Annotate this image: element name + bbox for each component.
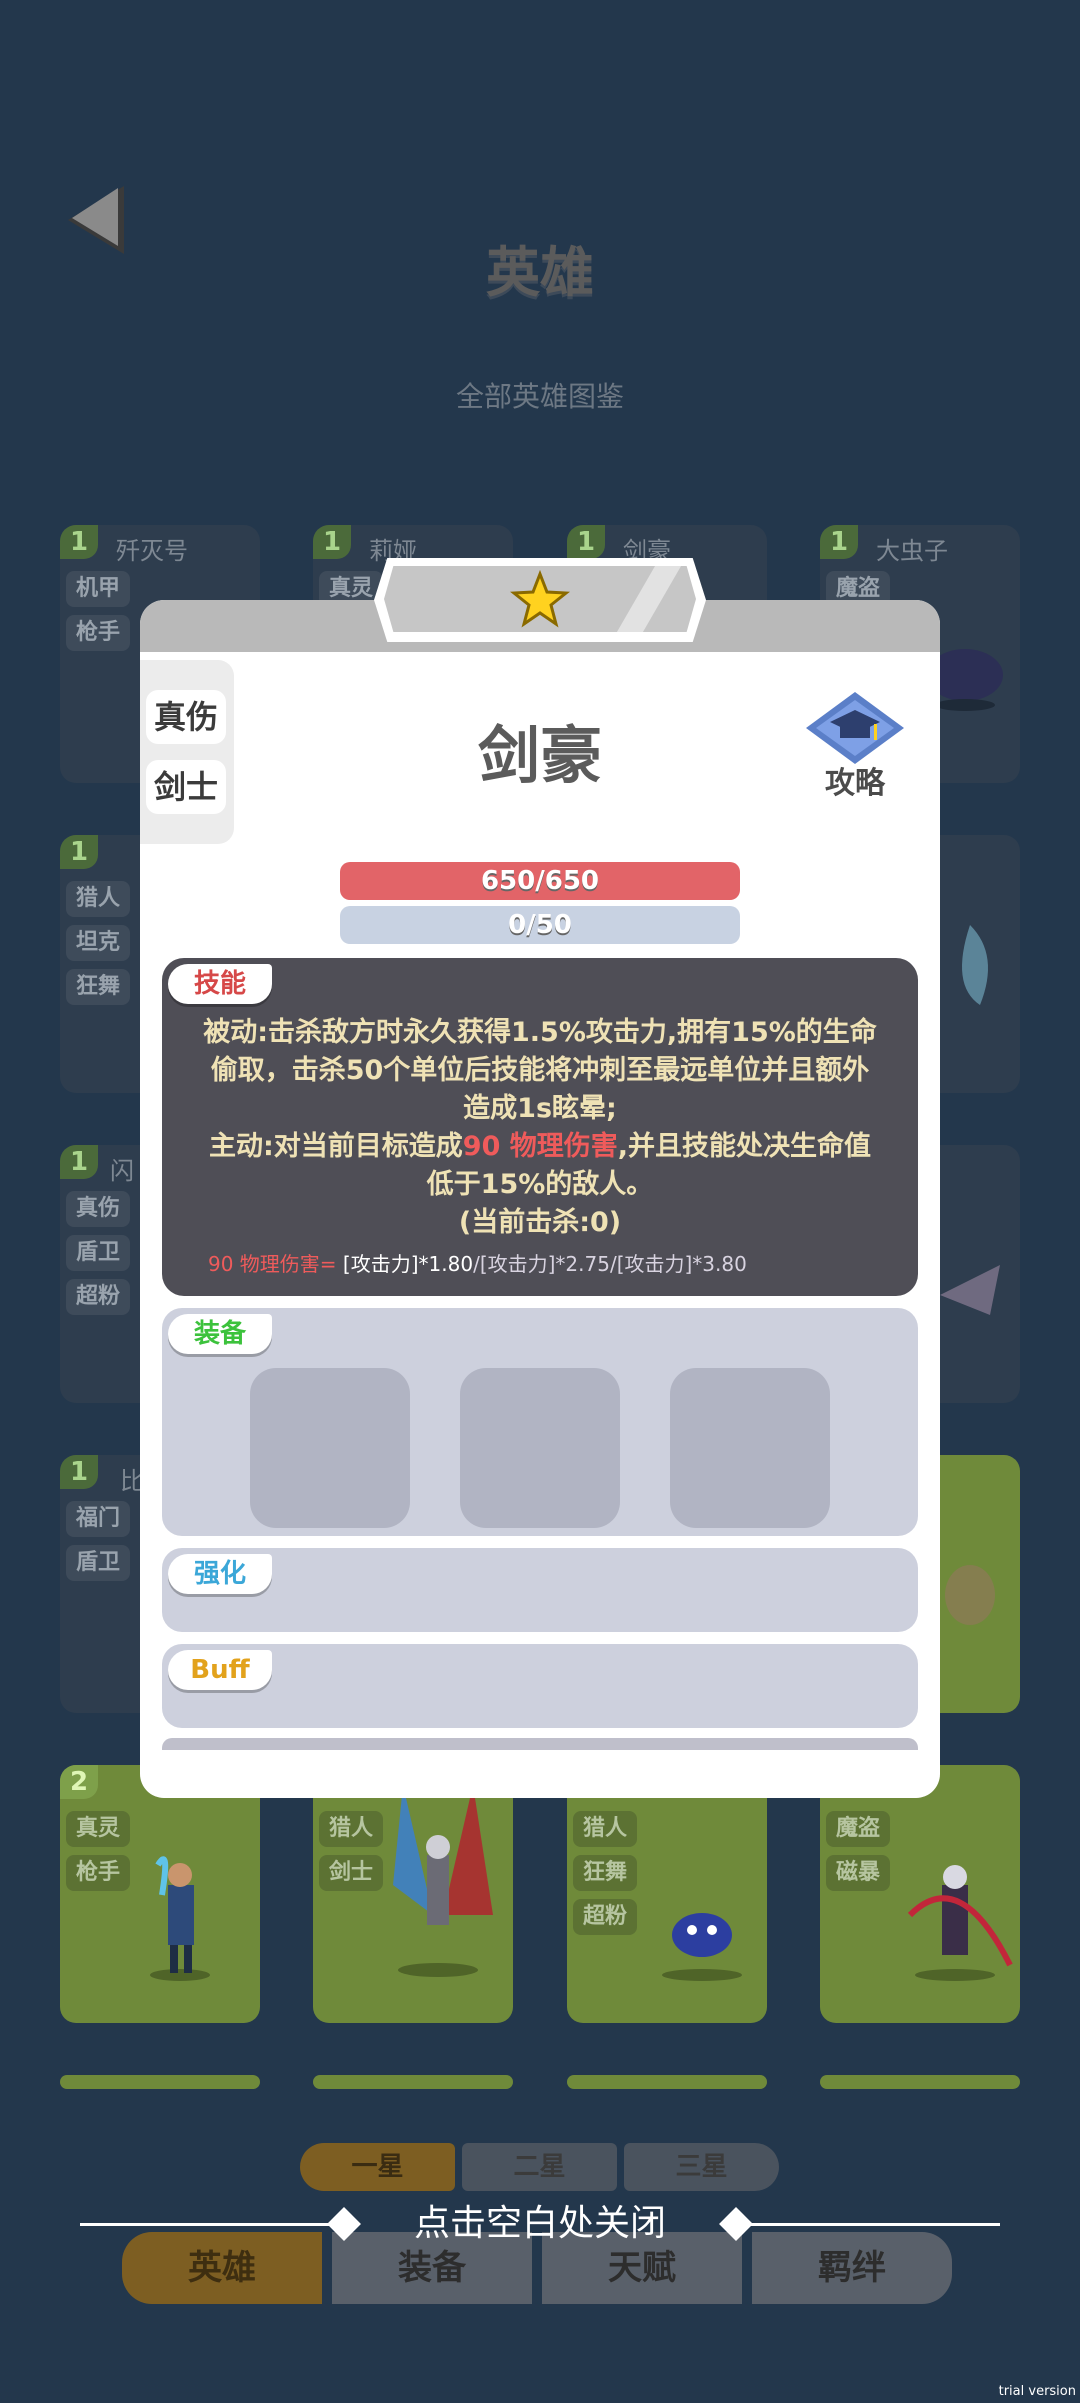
page-subtitle: 全部英雄图鉴 — [455, 380, 624, 413]
hero-level: 1 — [60, 835, 98, 869]
hero-tag: 磁暴 — [826, 1855, 890, 1891]
hero-traits: 真伤 剑士 — [140, 660, 234, 844]
guide-button[interactable]: 攻略 — [800, 688, 910, 801]
hero-card[interactable]: 猎人 剑士 — [313, 1765, 513, 2023]
hero-tag: 盾卫 — [66, 1235, 130, 1271]
hero-tag: 狂舞 — [66, 969, 130, 1005]
hero-card[interactable]: 魔盗 磁暴 — [820, 1765, 1020, 2023]
active-text: 主动:对当前目标造成90 物理伤害,并且技能处决生命值低于15%的敌人。 — [202, 1128, 878, 1204]
hero-tag: 真伤 — [66, 1191, 130, 1227]
hero-level: 1 — [60, 1145, 98, 1179]
star-filter-tabs: 一星 二星 三星 — [300, 2143, 780, 2193]
damage-value: 90 物理伤害 — [462, 1131, 618, 1162]
graduation-cap-icon — [806, 692, 904, 764]
hero-tag: 超粉 — [66, 1279, 130, 1315]
close-hint-text: 点击空白处关闭 — [413, 2203, 666, 2244]
star-rank-tab — [374, 558, 706, 642]
close-hint[interactable]: 点击空白处关闭 — [0, 2196, 1080, 2252]
hero-tag: 魔盗 — [826, 1811, 890, 1847]
active-text-prefix: 主动:对当前目标造成 — [208, 1131, 463, 1162]
hero-level: 1 — [820, 525, 858, 559]
swordsman-sprite-icon — [393, 1785, 493, 1977]
hero-tag: 超粉 — [573, 1899, 637, 1935]
hero-tag: 猎人 — [66, 881, 130, 917]
page-title: 英雄 — [486, 241, 594, 304]
hero-name: 歼灭号 — [116, 537, 188, 565]
hero-level: 1 — [567, 525, 605, 559]
hero-name: 大虫子 — [876, 537, 948, 565]
hero-level: 1 — [60, 1455, 98, 1489]
hero-tag: 真灵 — [66, 1811, 130, 1847]
skill-label: 技能 — [168, 964, 272, 1004]
trait-tag: 剑士 — [146, 760, 226, 814]
equipment-slot[interactable] — [460, 1368, 620, 1528]
trait-tag: 真伤 — [146, 690, 226, 744]
hero-tag: 机甲 — [66, 571, 130, 607]
hero-tag: 枪手 — [66, 615, 130, 651]
hero-tag: 狂舞 — [573, 1855, 637, 1891]
hero-tag: 枪手 — [66, 1855, 130, 1891]
equipment-label: 装备 — [168, 1314, 272, 1354]
next-section-edge — [162, 1738, 918, 1750]
enhance-panel: 强化 — [162, 1548, 918, 1632]
hero-name-title: 剑豪 — [477, 719, 602, 792]
tab-two-star[interactable]: 二星 — [462, 2143, 617, 2191]
formula-tiers: /[攻击力]*2.75/[攻击力]*3.80 — [473, 1252, 747, 1276]
hero-sprite-icon — [940, 1265, 1000, 1315]
hero-sprite-icon — [962, 925, 988, 1005]
hero-card[interactable] — [313, 2075, 513, 2089]
equipment-slot[interactable] — [670, 1368, 830, 1528]
hero-tag: 盾卫 — [66, 1545, 130, 1581]
equipment-slot[interactable] — [250, 1368, 410, 1528]
star-icon — [510, 570, 570, 628]
hero-tag: 猎人 — [573, 1811, 637, 1847]
formula-damage: 90 物理伤害= — [208, 1252, 337, 1276]
tab-one-star[interactable]: 一星 — [300, 2143, 455, 2191]
formula-tier-1: [攻击力]*1.80 — [336, 1252, 474, 1276]
damage-formula: 90 物理伤害= [攻击力]*1.80/[攻击力]*2.75/[攻击力]*3.8… — [208, 1248, 747, 1277]
hp-bar: 650/650 — [340, 862, 740, 900]
gunner-sprite-icon — [150, 1856, 210, 1981]
hero-level: 1 — [60, 525, 98, 559]
hero-card[interactable] — [567, 2075, 767, 2089]
enhance-label: 强化 — [168, 1554, 272, 1594]
watermark: trial version — [998, 2384, 1076, 2399]
hero-level: 1 — [313, 525, 351, 559]
exp-bar: 0/50 — [340, 906, 740, 944]
passive-text: 被动:击杀敌方时永久获得1.5%攻击力,拥有15%的生命偷取，击杀50个单位后技… — [203, 1017, 877, 1124]
hero-tag: 坦克 — [66, 925, 130, 961]
equipment-panel: 装备 — [162, 1308, 918, 1536]
hero-name: 闪 — [110, 1157, 134, 1185]
skill-description: 被动:击杀敌方时永久获得1.5%攻击力,拥有15%的生命偷取，击杀50个单位后技… — [202, 1014, 878, 1242]
hero-card[interactable]: 猎人 狂舞 超粉 — [567, 1765, 767, 2023]
buff-label: Buff — [168, 1650, 272, 1690]
hero-card[interactable] — [60, 2075, 260, 2089]
buff-panel: Buff — [162, 1644, 918, 1728]
skill-panel: 技能 被动:击杀敌方时永久获得1.5%攻击力,拥有15%的生命偷取，击杀50个单… — [162, 958, 918, 1296]
tab-three-star[interactable]: 三星 — [624, 2143, 779, 2191]
rogue-sprite-icon — [907, 1865, 1013, 1981]
hero-tag: 福门 — [66, 1501, 130, 1537]
hero-level: 2 — [60, 1765, 98, 1799]
hero-sprite-icon — [945, 1565, 995, 1625]
creature-sprite-icon — [662, 1913, 742, 1981]
kill-count: (当前击杀:0) — [458, 1207, 622, 1238]
guide-label: 攻略 — [825, 766, 885, 801]
hero-card[interactable]: 2 真灵 枪手 — [60, 1765, 260, 2023]
hero-card[interactable] — [820, 2075, 1020, 2089]
